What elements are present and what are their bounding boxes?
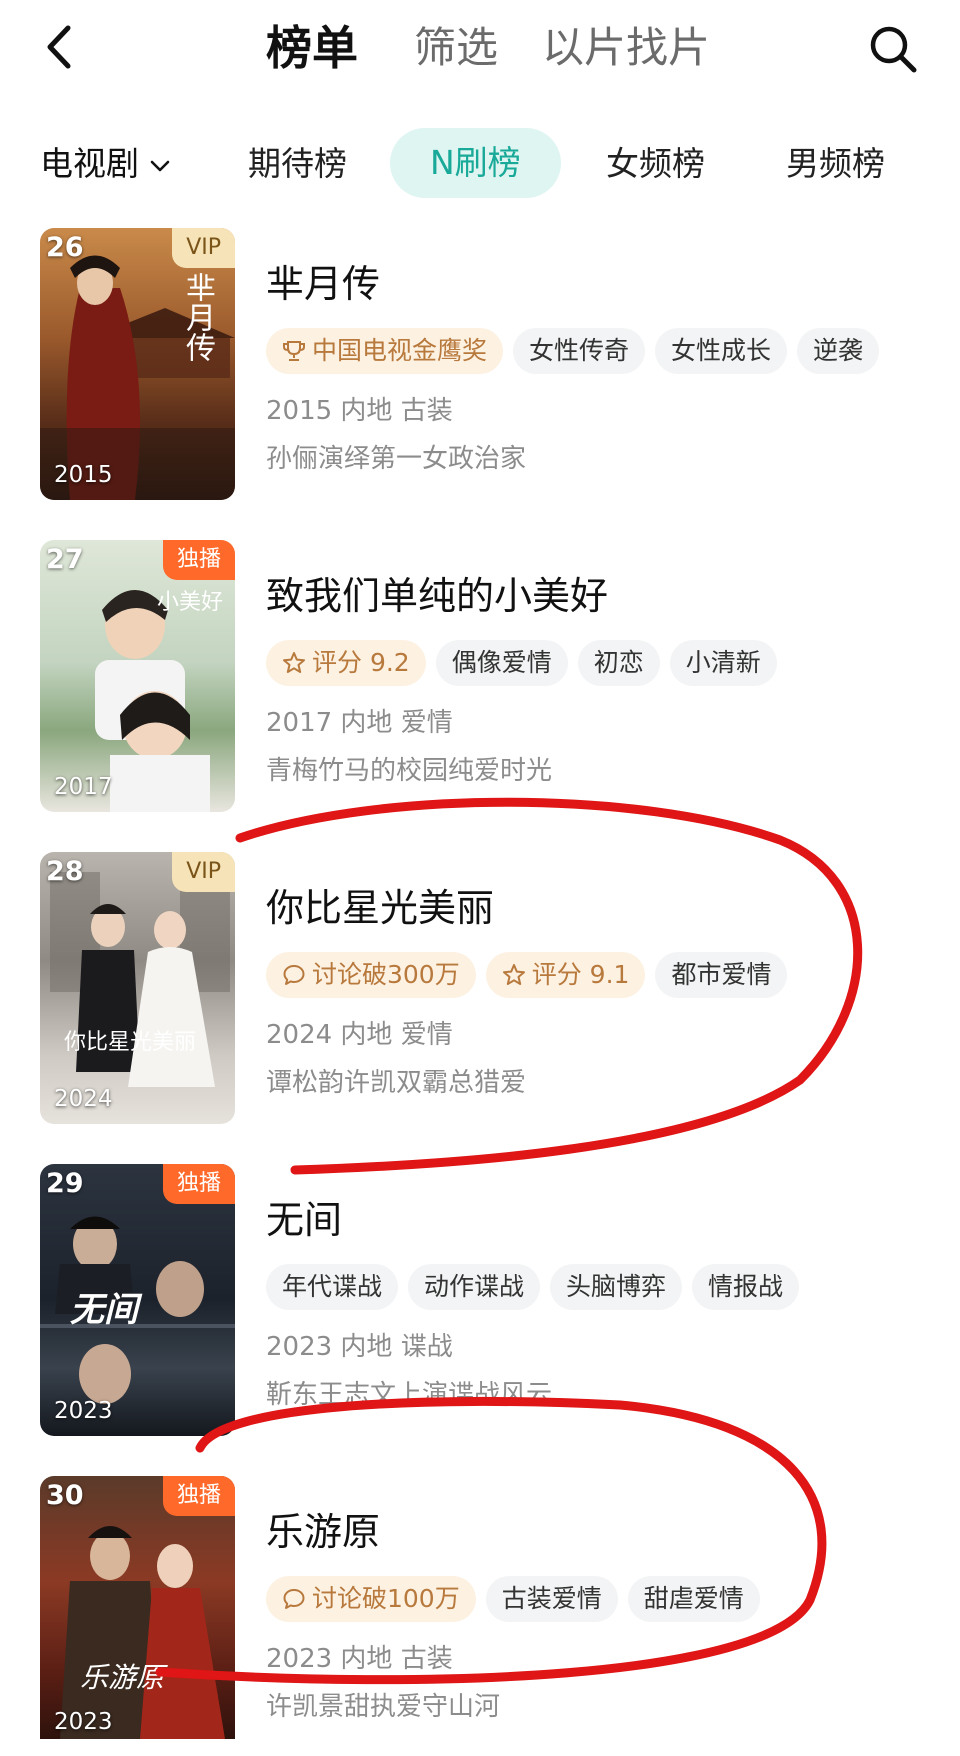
trophy-icon xyxy=(283,341,305,361)
item-title[interactable]: 致我们单纯的小美好 xyxy=(266,570,608,622)
rank-number: 27 xyxy=(46,544,84,575)
poster-image[interactable]: 小美好 27 独播 2017 xyxy=(40,540,235,812)
genre-tag: 动作谍战 xyxy=(408,1264,541,1310)
item-description: 靳东王志文上演谍战风云 xyxy=(266,1380,553,1410)
poster-title-art: 无间 xyxy=(70,1290,138,1330)
genre-tag: 年代谍战 xyxy=(266,1264,399,1310)
item-title[interactable]: 无间 xyxy=(266,1194,342,1246)
poster-image[interactable]: 你比星光美丽 28 VIP 2024 xyxy=(40,852,235,1124)
tag-text: 评分 9.2 xyxy=(312,648,410,677)
rating-tag: 评分 9.1 xyxy=(485,952,646,998)
tag-list: 评分 9.2 偶像爱情 初恋 小清新 xyxy=(266,640,787,688)
item-description: 青梅竹马的校园纯爱时光 xyxy=(266,756,553,786)
genre-tag: 甜虐爱情 xyxy=(627,1576,760,1622)
back-icon[interactable] xyxy=(40,22,80,72)
category-dropdown[interactable]: 电视剧 xyxy=(40,140,171,188)
chevron-down-icon xyxy=(150,160,170,171)
comment-icon xyxy=(283,1589,305,1609)
comment-icon xyxy=(283,965,305,985)
genre-tag: 古装爱情 xyxy=(485,1576,618,1622)
exclusive-badge: 独播 xyxy=(162,540,235,580)
item-description: 谭松韵许凯双霸总猎爱 xyxy=(266,1068,527,1098)
vip-badge: VIP xyxy=(172,852,235,892)
genre-tag: 初恋 xyxy=(577,640,660,686)
star-icon xyxy=(283,652,305,673)
tab-female-channel[interactable]: 女频榜 xyxy=(606,140,705,188)
item-description: 许凯景甜执爱守山河 xyxy=(266,1692,501,1722)
vip-badge: VIP xyxy=(172,228,235,268)
discussion-tag: 讨论破300万 xyxy=(266,952,476,998)
tab-find-by-film[interactable]: 以片找片 xyxy=(542,18,710,78)
tag-list: 讨论破100万 古装爱情 甜虐爱情 xyxy=(266,1576,770,1624)
tab-male-channel[interactable]: 男频榜 xyxy=(786,140,885,188)
item-description: 孙俪演绎第一女政治家 xyxy=(266,444,527,474)
genre-tag: 都市爱情 xyxy=(655,952,788,998)
item-meta: 2024 内地 爱情 xyxy=(266,1020,453,1050)
genre-tag: 头脑博弈 xyxy=(550,1264,683,1310)
rank-tab-bar: 电视剧 期待榜 N刷榜 女频榜 男频榜 xyxy=(0,128,960,200)
list-item[interactable]: 小美好 27 独播 2017 致我们单纯的小美好 评分 9.2 偶像爱情 初恋 小清新… xyxy=(0,540,960,820)
item-meta: 2015 内地 古装 xyxy=(266,396,453,426)
tag-text: 讨论破300万 xyxy=(312,960,460,989)
tag-list: 中国电视金鹰奖 女性传奇 女性成长 逆袭 xyxy=(266,328,889,376)
genre-tag: 情报战 xyxy=(692,1264,800,1310)
list-item[interactable]: 芈月传 26 VIP 2015 芈月传 中国电视金鹰奖 女性传奇 女性成长 逆袭 20… xyxy=(0,228,960,508)
exclusive-badge: 独播 xyxy=(162,1164,235,1204)
poster-title-art: 乐游原 xyxy=(80,1661,165,1694)
poster-year: 2017 xyxy=(54,774,113,800)
poster-title-art: 小美好 xyxy=(156,590,223,615)
list-item[interactable]: 你比星光美丽 28 VIP 2024 你比星光美丽 讨论破300万 评分 9.1 都… xyxy=(0,852,960,1132)
tag-list: 年代谍战 动作谍战 头脑博弈 情报战 xyxy=(266,1264,809,1312)
rank-number: 26 xyxy=(46,232,84,263)
top-navigation-bar: 榜单 筛选 以片找片 xyxy=(0,0,960,100)
genre-tag: 偶像爱情 xyxy=(435,640,568,686)
poster-title-art: 你比星光美丽 xyxy=(64,1030,197,1055)
list-item[interactable]: 无间 29 独播 2023 无间 年代谍战 动作谍战 头脑博弈 情报战 2023 内地… xyxy=(0,1164,960,1444)
tag-text: 评分 9.1 xyxy=(531,960,630,989)
genre-tag: 逆袭 xyxy=(797,328,880,374)
poster-year: 2023 xyxy=(54,1398,113,1424)
tab-anticipated[interactable]: 期待榜 xyxy=(248,140,347,188)
rank-number: 29 xyxy=(46,1168,84,1199)
list-item[interactable]: 乐游原 30 独播 2023 乐游原 讨论破100万 古装爱情 甜虐爱情 2023 … xyxy=(0,1476,960,1756)
tag-list: 讨论破300万 评分 9.1 都市爱情 xyxy=(266,952,797,1000)
poster-image[interactable]: 无间 29 独播 2023 xyxy=(40,1164,235,1436)
genre-tag: 小清新 xyxy=(669,640,777,686)
award-tag: 中国电视金鹰奖 xyxy=(266,328,504,374)
tag-text: 讨论破100万 xyxy=(312,1584,460,1613)
poster-year: 2024 xyxy=(54,1086,113,1112)
rating-tag: 评分 9.2 xyxy=(266,640,426,686)
item-title[interactable]: 芈月传 xyxy=(266,258,380,310)
genre-tag: 女性成长 xyxy=(655,328,788,374)
tag-text: 中国电视金鹰奖 xyxy=(312,336,488,365)
poster-title-art: 芈月传 xyxy=(180,272,215,362)
search-icon[interactable] xyxy=(866,22,920,76)
item-meta: 2023 内地 谍战 xyxy=(266,1332,453,1362)
poster-image[interactable]: 乐游原 30 独播 2023 xyxy=(40,1476,235,1739)
star-icon xyxy=(502,964,525,985)
exclusive-badge: 独播 xyxy=(162,1476,235,1516)
category-label: 电视剧 xyxy=(40,144,139,183)
discussion-tag: 讨论破100万 xyxy=(266,1576,476,1622)
rank-number: 30 xyxy=(46,1480,84,1511)
item-meta: 2023 内地 古装 xyxy=(266,1644,453,1674)
tab-ranking[interactable]: 榜单 xyxy=(266,18,358,78)
poster-image[interactable]: 芈月传 26 VIP 2015 xyxy=(40,228,235,500)
item-meta: 2017 内地 爱情 xyxy=(266,708,453,738)
tab-filter[interactable]: 筛选 xyxy=(414,18,498,78)
item-title[interactable]: 你比星光美丽 xyxy=(266,882,494,934)
rank-number: 28 xyxy=(46,856,84,887)
item-title[interactable]: 乐游原 xyxy=(266,1506,380,1558)
tab-rewatch[interactable]: N刷榜 xyxy=(390,128,561,198)
poster-year: 2015 xyxy=(54,462,113,488)
genre-tag: 女性传奇 xyxy=(513,328,646,374)
poster-year: 2023 xyxy=(54,1709,113,1735)
